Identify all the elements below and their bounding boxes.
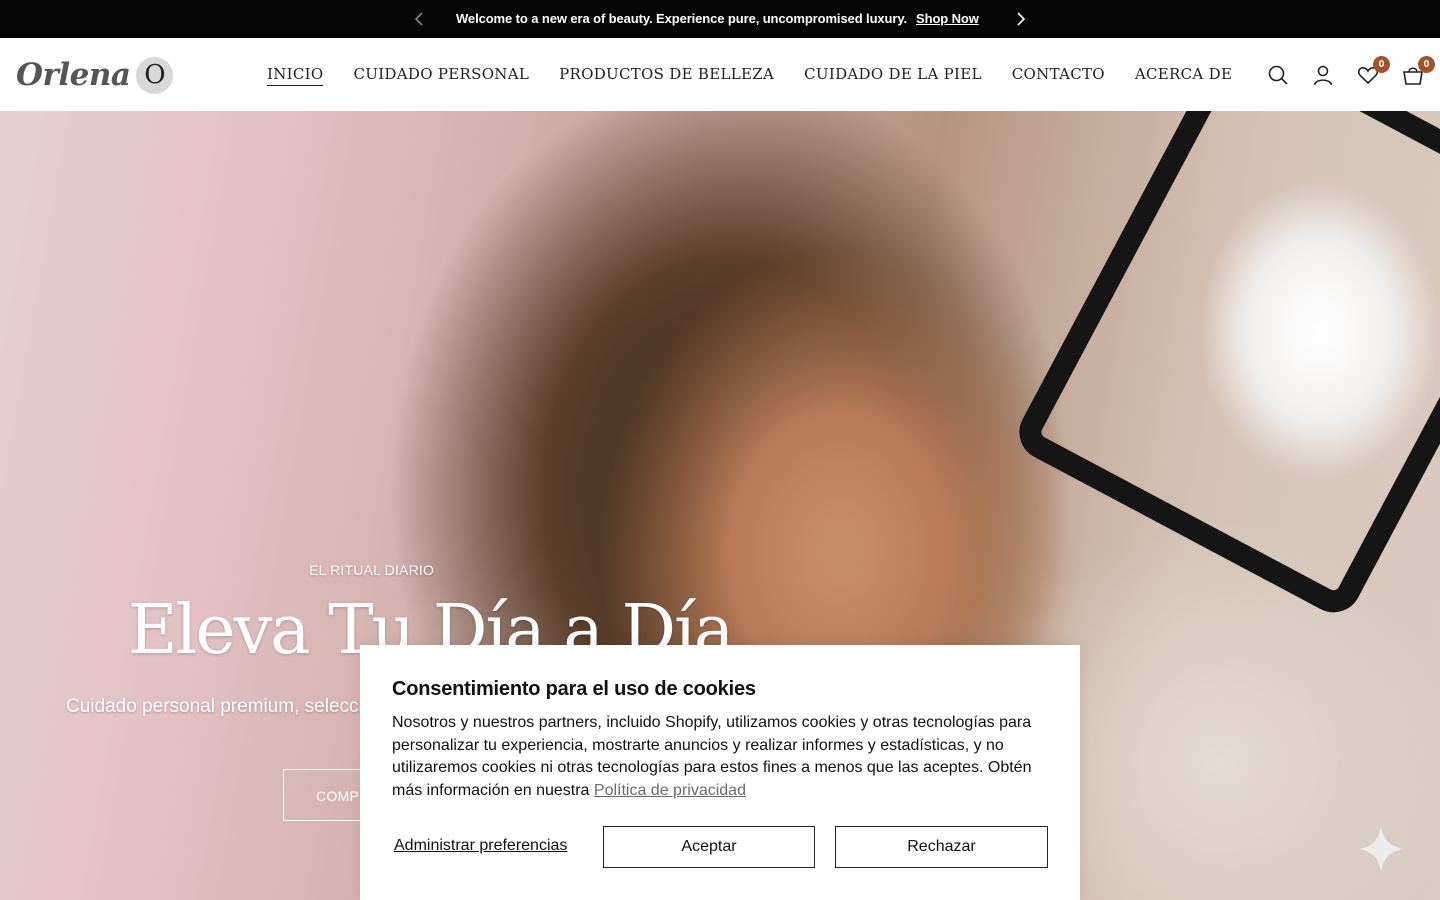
announcement-message: Welcome to a new era of beauty. Experien… — [456, 11, 979, 26]
main-nav: INICIO CUIDADO PERSONAL PRODUCTOS DE BEL… — [267, 65, 1262, 86]
nav-item-acerca-de[interactable]: ACERCA DE — [1135, 65, 1232, 86]
nav-item-productos-de-belleza[interactable]: PRODUCTOS DE BELLEZA — [559, 65, 774, 86]
nav-item-cuidado-de-la-piel[interactable]: CUIDADO DE LA PIEL — [804, 65, 982, 86]
announcement-bar: Welcome to a new era of beauty. Experien… — [0, 0, 1440, 38]
hero-subtitle: Cuidado personal premium, selecció — [66, 696, 374, 717]
cart-count-badge: 0 — [1418, 56, 1435, 73]
wishlist-count-badge: 0 — [1373, 56, 1390, 73]
cookie-consent-dialog: Consentimiento para el uso de cookies No… — [360, 645, 1080, 900]
chevron-left-icon[interactable] — [410, 9, 430, 29]
logo-wordmark: Orlena — [16, 57, 131, 93]
logo-mark: O — [136, 56, 174, 94]
chevron-right-icon[interactable] — [1011, 9, 1031, 29]
accept-button[interactable]: Aceptar — [603, 826, 815, 868]
nav-item-cuidado-personal[interactable]: CUIDADO PERSONAL — [353, 65, 529, 86]
logo[interactable]: Orlena O — [16, 56, 174, 94]
nav-item-contacto[interactable]: CONTACTO — [1012, 65, 1105, 86]
sparkle-icon[interactable] — [1354, 822, 1408, 876]
hero-eyebrow: EL RITUAL DIARIO — [309, 562, 435, 578]
account-icon[interactable] — [1311, 63, 1335, 87]
announcement-text: Welcome to a new era of beauty. Experien… — [456, 11, 908, 26]
cart-button[interactable]: 0 — [1401, 56, 1435, 87]
manage-preferences-link[interactable]: Administrar preferencias — [394, 837, 567, 855]
search-icon[interactable] — [1266, 63, 1290, 87]
cookie-title: Consentimiento para el uso de cookies — [392, 678, 756, 700]
privacy-policy-link[interactable]: Política de privacidad — [594, 782, 746, 799]
shop-now-link[interactable]: Shop Now — [916, 11, 979, 26]
reject-button[interactable]: Rechazar — [835, 826, 1048, 868]
hero-image-mirror-frame — [1009, 111, 1440, 623]
nav-item-inicio[interactable]: INICIO — [267, 65, 324, 86]
site-header: Orlena O INICIO CUIDADO PERSONAL PRODUCT… — [0, 38, 1440, 111]
cookie-body: Nosotros y nuestros partners, incluido S… — [392, 712, 1052, 802]
wishlist-button[interactable]: 0 — [1356, 56, 1390, 87]
